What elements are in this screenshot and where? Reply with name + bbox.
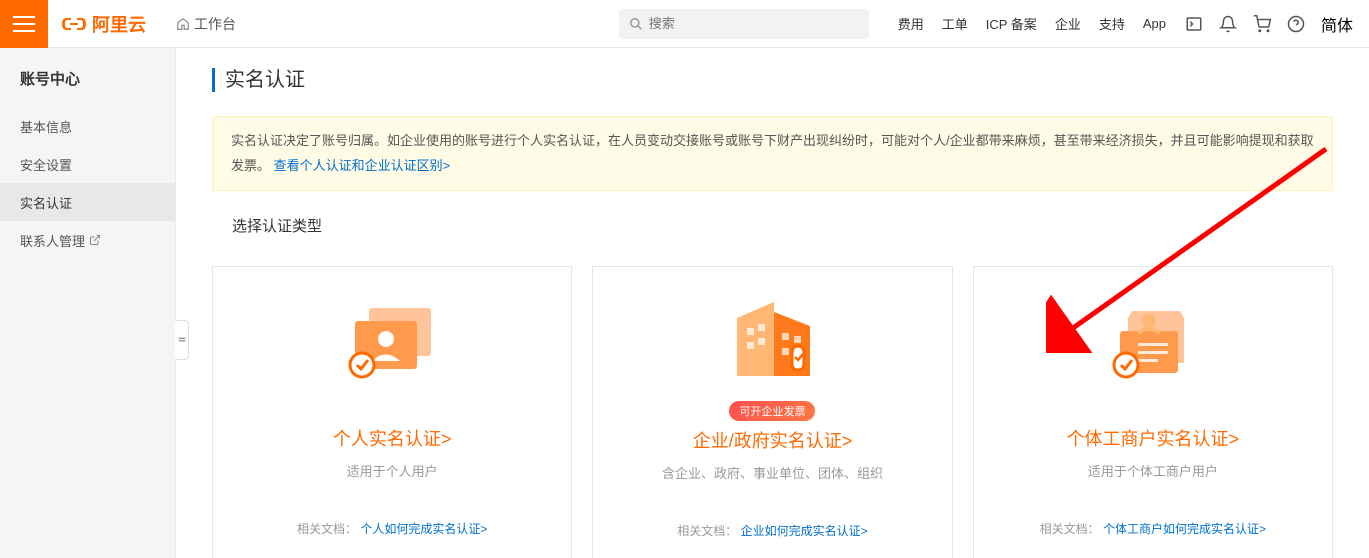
workbench-link[interactable]: 工作台 xyxy=(176,14,236,34)
nav-ticket[interactable]: 工单 xyxy=(942,14,968,33)
hamburger-icon xyxy=(13,23,35,25)
search-input[interactable] xyxy=(649,16,859,31)
card-enterprise: 可开企业发票 企业/政府实名认证> 含企业、政府、事业单位、团体、组织 相关文档… xyxy=(592,266,952,558)
card-business-title[interactable]: 个体工商户实名认证> xyxy=(994,425,1312,451)
header-nav: 费用 工单 ICP 备案 企业 支持 App xyxy=(889,14,1175,33)
lang-switch[interactable]: 简体 xyxy=(1321,12,1353,36)
main-content: 实名认证 实名认证决定了账号归属。如企业使用的账号进行个人实名认证，在人员变动交… xyxy=(176,48,1369,558)
sidebar-item-security[interactable]: 安全设置 xyxy=(0,145,175,183)
section-title: 选择认证类型 xyxy=(232,215,1333,236)
nav-icp[interactable]: ICP 备案 xyxy=(986,14,1037,33)
card-business-desc: 适用于个体工商户用户 xyxy=(994,461,1312,480)
brand-text: 阿里云 xyxy=(92,11,146,37)
card-personal: 个人实名认证> 适用于个人用户 相关文档： 个人如何完成实名认证> xyxy=(212,266,572,558)
home-icon xyxy=(176,17,190,31)
card-enterprise-desc: 含企业、政府、事业单位、团体、组织 xyxy=(613,463,931,482)
card-personal-desc: 适用于个人用户 xyxy=(233,461,551,480)
card-personal-title[interactable]: 个人实名认证> xyxy=(233,425,551,451)
card-enterprise-footer: 相关文档： 企业如何完成实名认证> xyxy=(613,522,931,539)
business-icon xyxy=(994,297,1312,387)
sidebar-item-identity[interactable]: 实名认证 xyxy=(0,183,175,221)
cards-container: 个人实名认证> 适用于个人用户 相关文档： 个人如何完成实名认证> xyxy=(212,266,1333,558)
card-personal-footer: 相关文档： 个人如何完成实名认证> xyxy=(233,520,551,537)
header-icons: 简体 xyxy=(1185,12,1353,36)
nav-fee[interactable]: 费用 xyxy=(898,14,924,33)
badge-invoice: 可开企业发票 xyxy=(729,401,815,421)
card-enterprise-title[interactable]: 企业/政府实名认证> xyxy=(613,427,931,453)
sidebar-title: 账号中心 xyxy=(0,48,175,107)
aliyun-icon xyxy=(62,12,86,36)
sidebar-item-basic[interactable]: 基本信息 xyxy=(0,107,175,145)
menu-button[interactable] xyxy=(0,0,48,48)
card-business: 个体工商户实名认证> 适用于个体工商户用户 相关文档： 个体工商户如何完成实名认… xyxy=(973,266,1333,558)
sidebar: 账号中心 基本信息 安全设置 实名认证 联系人管理 xyxy=(0,48,176,558)
nav-support[interactable]: 支持 xyxy=(1099,14,1125,33)
help-icon[interactable] xyxy=(1287,15,1305,33)
header: 阿里云 工作台 费用 工单 ICP 备案 企业 支持 App 简体 xyxy=(0,0,1369,48)
card-enterprise-doc-link[interactable]: 企业如何完成实名认证> xyxy=(741,524,868,538)
card-business-doc-link[interactable]: 个体工商户如何完成实名认证> xyxy=(1103,522,1266,536)
nav-app[interactable]: App xyxy=(1143,16,1166,31)
alert-link[interactable]: 查看个人认证和企业认证区别> xyxy=(274,158,451,173)
search-box[interactable] xyxy=(619,9,869,39)
personal-icon xyxy=(233,297,551,387)
card-business-footer: 相关文档： 个体工商户如何完成实名认证> xyxy=(994,520,1312,537)
bell-icon[interactable] xyxy=(1219,15,1237,33)
enterprise-icon xyxy=(613,297,931,387)
cart-icon[interactable] xyxy=(1253,15,1271,33)
brand-logo[interactable]: 阿里云 xyxy=(62,11,146,37)
nav-enterprise[interactable]: 企业 xyxy=(1055,14,1081,33)
terminal-icon[interactable] xyxy=(1185,15,1203,33)
page-title: 实名认证 xyxy=(212,68,1333,92)
search-icon xyxy=(629,17,643,31)
alert-box: 实名认证决定了账号归属。如企业使用的账号进行个人实名认证，在人员变动交接账号或账… xyxy=(212,116,1333,191)
card-personal-doc-link[interactable]: 个人如何完成实名认证> xyxy=(360,522,487,536)
sidebar-item-contacts[interactable]: 联系人管理 xyxy=(0,221,175,259)
external-link-icon xyxy=(89,234,101,246)
